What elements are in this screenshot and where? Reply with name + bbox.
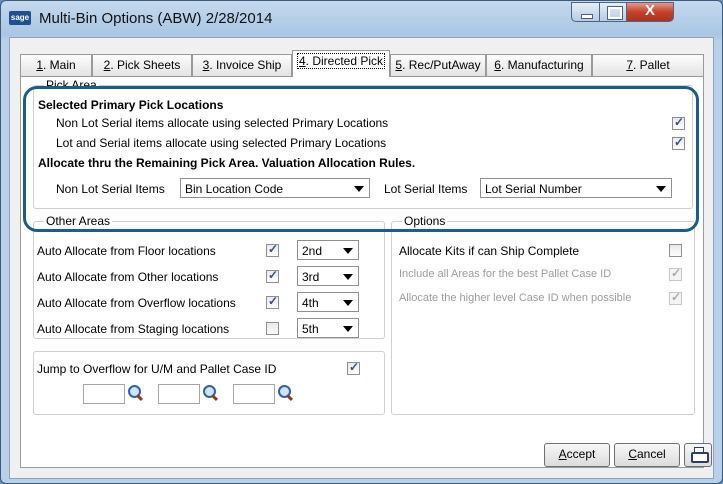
non-lot-items-value: Bin Location Code bbox=[185, 182, 284, 196]
tab-invoice-ship[interactable]: 3. Invoice Ship bbox=[192, 54, 292, 76]
sage-logo-icon: sage bbox=[9, 11, 31, 25]
tab-rec-putaway[interactable]: 5. Rec/PutAway bbox=[390, 54, 486, 76]
floor-order-select[interactable]: 2nd bbox=[297, 240, 359, 260]
overflow-input-1[interactable] bbox=[83, 384, 125, 404]
chevron-down-icon bbox=[656, 186, 666, 192]
minimize-button[interactable] bbox=[571, 2, 600, 22]
allocate-remaining-header: Allocate thru the Remaining Pick Area. V… bbox=[38, 156, 416, 170]
floor-locations-label: Auto Allocate from Floor locations bbox=[37, 244, 216, 258]
overflow-input-3[interactable] bbox=[233, 384, 275, 404]
staging-locations-label: Auto Allocate from Staging locations bbox=[37, 322, 230, 336]
app-window: sage Multi-Bin Options (ABW) 2/28/2014 X… bbox=[0, 0, 723, 484]
jump-overflow-checkbox[interactable] bbox=[347, 360, 360, 375]
other-locations-checkbox[interactable] bbox=[266, 268, 279, 283]
lot-primary-label: Lot and Serial items allocate using sele… bbox=[56, 136, 387, 150]
title-bar[interactable]: sage Multi-Bin Options (ABW) 2/28/2014 X bbox=[1, 1, 722, 37]
non-lot-items-select[interactable]: Bin Location Code bbox=[180, 178, 370, 198]
overflow-locations-checkbox[interactable] bbox=[266, 294, 279, 309]
directed-pick-panel: Pick Area Selected Primary Pick Location… bbox=[20, 76, 704, 468]
close-icon: X bbox=[644, 2, 655, 19]
floor-locations-checkbox[interactable] bbox=[266, 242, 279, 257]
staging-order-value: 5th bbox=[302, 322, 319, 336]
magnifier-icon[interactable] bbox=[128, 385, 144, 402]
higher-level-label: Allocate the higher level Case ID when p… bbox=[399, 292, 632, 304]
overflow-order-select[interactable]: 4th bbox=[297, 292, 359, 312]
accept-hotkey: A bbox=[558, 447, 567, 461]
options-title: Options bbox=[402, 214, 448, 228]
tab-strip: 1. Main 2. Pick Sheets 3. Invoice Ship 4… bbox=[20, 50, 704, 77]
other-locations-label: Auto Allocate from Other locations bbox=[37, 270, 219, 284]
other-order-value: 3rd bbox=[302, 270, 320, 284]
cancel-hotkey: C bbox=[628, 447, 637, 461]
higher-level-checkbox bbox=[669, 290, 682, 305]
overflow-input-2[interactable] bbox=[158, 384, 200, 404]
tab-directed-pick[interactable]: 4. Directed Pick bbox=[292, 50, 390, 77]
chevron-down-icon bbox=[343, 274, 353, 280]
dialog-client: 1. Main 2. Pick Sheets 3. Invoice Ship 4… bbox=[9, 37, 714, 479]
lot-items-label: Lot Serial Items bbox=[384, 182, 468, 196]
magnifier-icon[interactable] bbox=[203, 385, 219, 402]
chevron-down-icon bbox=[354, 186, 364, 192]
pick-area-group: Pick Area Selected Primary Pick Location… bbox=[33, 78, 693, 209]
overflow-locations-label: Auto Allocate from Overflow locations bbox=[37, 296, 236, 310]
lot-items-value: Lot Serial Number bbox=[485, 182, 582, 196]
cancel-button[interactable]: Cancel bbox=[614, 443, 680, 467]
tab-pallet[interactable]: 7. Pallet bbox=[592, 54, 704, 76]
tab-main[interactable]: 1. Main bbox=[20, 54, 92, 76]
selected-primary-header: Selected Primary Pick Locations bbox=[38, 98, 224, 112]
other-order-select[interactable]: 3rd bbox=[297, 266, 359, 286]
tab-manufacturing[interactable]: 6. Manufacturing bbox=[486, 54, 592, 76]
lot-primary-checkbox[interactable] bbox=[672, 135, 685, 150]
allocate-kits-checkbox[interactable] bbox=[669, 244, 682, 257]
staging-locations-checkbox[interactable] bbox=[266, 322, 279, 335]
staging-order-select[interactable]: 5th bbox=[297, 318, 359, 338]
jump-overflow-label: Jump to Overflow for U/M and Pallet Case… bbox=[37, 362, 277, 376]
cancel-label: ancel bbox=[636, 447, 666, 461]
close-button[interactable]: X bbox=[626, 2, 674, 22]
chevron-down-icon bbox=[343, 326, 353, 332]
accept-label: ccept bbox=[566, 447, 596, 461]
non-lot-primary-label: Non Lot Serial items allocate using sele… bbox=[56, 116, 389, 130]
include-areas-label: Include all Areas for the best Pallet Ca… bbox=[399, 268, 612, 280]
floor-order-value: 2nd bbox=[302, 244, 323, 258]
other-areas-title: Other Areas bbox=[44, 214, 113, 228]
non-lot-items-label: Non Lot Serial Items bbox=[56, 182, 165, 196]
allocate-kits-label: Allocate Kits if can Ship Complete bbox=[399, 244, 580, 258]
overflow-group bbox=[33, 351, 385, 415]
maximize-button[interactable] bbox=[599, 2, 627, 22]
non-lot-primary-checkbox[interactable] bbox=[672, 115, 685, 130]
include-areas-checkbox bbox=[669, 266, 682, 281]
chevron-down-icon bbox=[343, 248, 353, 254]
pick-area-title: Pick Area bbox=[44, 78, 99, 92]
print-button[interactable] bbox=[684, 443, 712, 467]
tab-pick-sheets[interactable]: 2. Pick Sheets bbox=[92, 54, 192, 76]
accept-button[interactable]: Accept bbox=[544, 443, 610, 467]
magnifier-icon[interactable] bbox=[278, 385, 294, 402]
lot-items-select[interactable]: Lot Serial Number bbox=[480, 178, 672, 198]
window-title: Multi-Bin Options (ABW) 2/28/2014 bbox=[39, 10, 273, 27]
overflow-order-value: 4th bbox=[302, 296, 319, 310]
chevron-down-icon bbox=[343, 300, 353, 306]
